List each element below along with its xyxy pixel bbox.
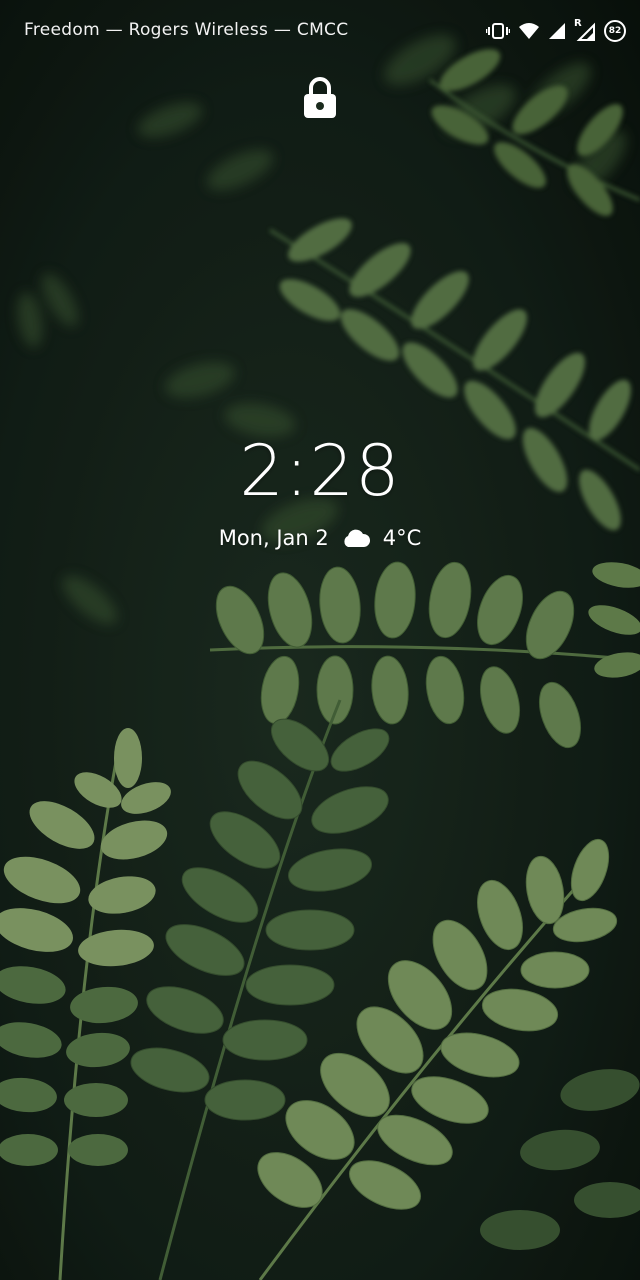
- signal-icon: [548, 22, 566, 40]
- lockscreen-date: Mon, Jan 2: [218, 526, 329, 550]
- carrier-names: Freedom — Rogers Wireless — CMCC: [24, 20, 349, 40]
- status-icons: R 82: [486, 16, 626, 46]
- battery-level: 82: [608, 26, 622, 36]
- lockscreen-clock[interactable]: 2:28: [0, 430, 640, 512]
- roaming-signal-icon: R: [574, 18, 596, 42]
- battery-icon: 82: [604, 20, 626, 42]
- vibrate-icon: [486, 21, 510, 41]
- wifi-icon: [518, 22, 540, 40]
- cloud-icon: [341, 528, 371, 548]
- status-bar: Freedom — Rogers Wireless — CMCC R 82: [0, 0, 640, 62]
- temperature: 4°C: [382, 526, 422, 550]
- lock-icon[interactable]: [302, 76, 338, 120]
- date-weather-line[interactable]: Mon, Jan 2 4°C: [0, 526, 640, 550]
- wallpaper-image: [0, 0, 640, 1280]
